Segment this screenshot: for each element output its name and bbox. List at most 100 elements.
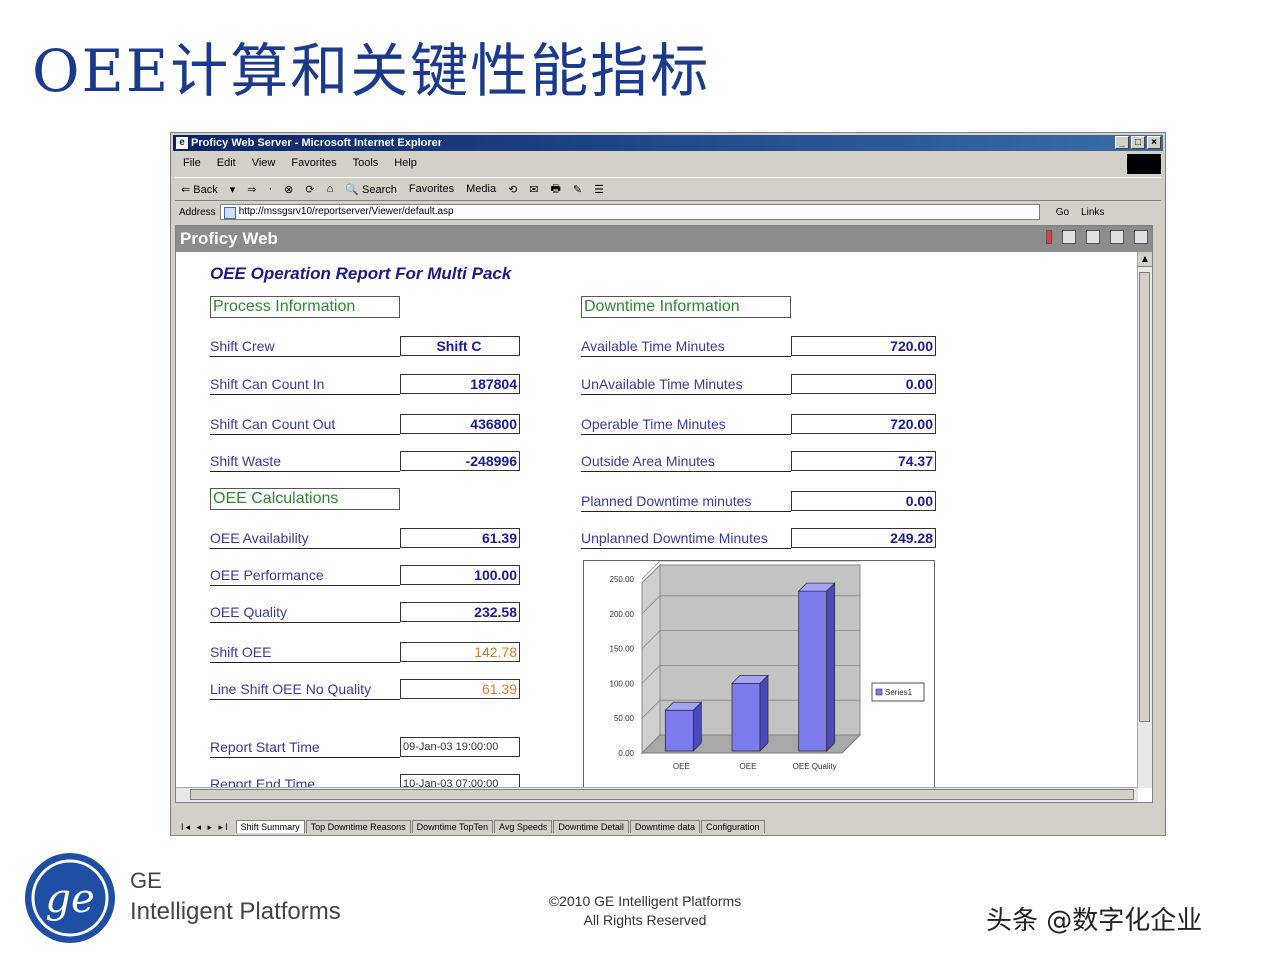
sheet-tabs: I◂ ◂ ▸ ▸I Shift Summary Top Downtime Rea… bbox=[175, 815, 1161, 833]
vertical-scrollbar[interactable]: ▲ bbox=[1137, 252, 1152, 788]
menu-tools[interactable]: Tools bbox=[353, 157, 379, 169]
stop-icon[interactable]: ⊗ bbox=[284, 183, 293, 196]
print-report-icon[interactable] bbox=[1110, 230, 1124, 244]
hscroll-thumb[interactable] bbox=[190, 789, 1134, 800]
tab-avg-speeds[interactable]: Avg Speeds bbox=[494, 820, 553, 833]
proficy-header: Proficy Web bbox=[176, 226, 1152, 252]
menu-favorites[interactable]: Favorites bbox=[291, 157, 336, 169]
chart-side-wall bbox=[641, 563, 661, 755]
address-input[interactable]: http://mssgsrv10/reportserver/Viewer/def… bbox=[219, 204, 1040, 220]
field-value: 142.78 bbox=[400, 642, 520, 662]
x-tick-label: OEE bbox=[673, 762, 690, 771]
field-label: Shift OEE bbox=[210, 642, 400, 663]
folder-icon[interactable] bbox=[1134, 230, 1148, 244]
field-value: 0.00 bbox=[791, 491, 936, 511]
field-value: 720.00 bbox=[791, 414, 936, 434]
field-label: Shift Can Count In bbox=[210, 374, 400, 395]
field-value: 74.37 bbox=[791, 451, 936, 471]
minimize-icon[interactable]: _ bbox=[1115, 136, 1129, 149]
toolbar-separator: · bbox=[268, 183, 273, 195]
search-button[interactable]: 🔍 Search bbox=[345, 183, 397, 196]
chart-bar bbox=[731, 683, 761, 752]
tab-downtime-topten[interactable]: Downtime TopTen bbox=[411, 820, 494, 833]
field-label: UnAvailable Time Minutes bbox=[581, 374, 791, 395]
process-info-header: Process Information bbox=[210, 296, 400, 318]
field-label: Shift Crew bbox=[210, 336, 400, 357]
chart-bar-side bbox=[692, 701, 702, 752]
svg-text:ge: ge bbox=[45, 876, 94, 922]
copyright-line: ©2010 GE Intelligent Platforms bbox=[548, 893, 742, 909]
oee-calc-header: OEE Calculations bbox=[210, 488, 400, 510]
refresh-report-icon[interactable] bbox=[1062, 230, 1076, 244]
field-label: Unplanned Downtime Minutes bbox=[581, 528, 791, 549]
tab-shift-summary[interactable]: Shift Summary bbox=[235, 820, 305, 833]
field-label: Operable Time Minutes bbox=[581, 414, 791, 435]
window-titlebar[interactable]: e Proficy Web Server - Microsoft Interne… bbox=[173, 135, 1163, 151]
address-bar: Address http://mssgsrv10/reportserver/Vi… bbox=[175, 201, 1161, 223]
discuss-icon[interactable]: ☰ bbox=[594, 183, 604, 196]
field-value: 0.00 bbox=[791, 374, 936, 394]
edit-icon[interactable]: ✎ bbox=[573, 183, 582, 196]
address-label: Address bbox=[179, 206, 216, 218]
proficy-title: Proficy Web bbox=[180, 229, 278, 248]
close-icon[interactable]: × bbox=[1147, 136, 1161, 149]
field-label: Line Shift OEE No Quality bbox=[210, 679, 400, 700]
window-title: Proficy Web Server - Microsoft Internet … bbox=[191, 137, 443, 149]
y-tick-label: 100.00 bbox=[610, 679, 635, 688]
back-button[interactable]: ⇐ Back bbox=[181, 183, 218, 196]
home-icon[interactable]: ⌂ bbox=[327, 183, 334, 195]
menu-bar: File Edit View Favorites Tools Help bbox=[175, 153, 1161, 174]
brand-subtitle: Intelligent Platforms bbox=[130, 898, 341, 925]
copyright: ©2010 GE Intelligent Platforms All Right… bbox=[500, 892, 790, 930]
go-button[interactable]: Go bbox=[1056, 207, 1069, 218]
horizontal-scrollbar[interactable] bbox=[176, 787, 1138, 802]
y-tick-label: 0.00 bbox=[618, 749, 634, 758]
media-button[interactable]: Media bbox=[466, 183, 496, 195]
field-label: OEE Quality bbox=[210, 602, 400, 623]
scroll-up-icon[interactable]: ▲ bbox=[1138, 252, 1152, 267]
back-dropdown-icon[interactable]: ▾ bbox=[230, 183, 236, 196]
print-icon[interactable]: 🖶 bbox=[551, 180, 561, 199]
browser-toolbar: ⇐ Back ▾ ⇒ · ⊗ ⟳ ⌂ 🔍 Search Favorites Me… bbox=[175, 177, 1161, 201]
tab-downtime-data[interactable]: Downtime data bbox=[629, 820, 700, 833]
x-tick-label: OEE bbox=[740, 762, 757, 771]
legend-label: Series1 bbox=[885, 688, 913, 697]
tab-top-downtime-reasons[interactable]: Top Downtime Reasons bbox=[305, 820, 411, 833]
field-label: Outside Area Minutes bbox=[581, 451, 791, 472]
refresh-icon[interactable]: ⟳ bbox=[305, 183, 314, 196]
oee-bar-chart: 250.00 200.00 150.00 100.00 50.00 0.00 OEE OEE O… bbox=[610, 560, 925, 771]
forward-button[interactable]: ⇒ bbox=[247, 183, 256, 196]
history-icon[interactable]: ⟲ bbox=[508, 183, 517, 196]
browser-window: e Proficy Web Server - Microsoft Interne… bbox=[170, 132, 1166, 836]
marker-icon[interactable] bbox=[1046, 230, 1052, 244]
page-content: Proficy Web OEE Operation Report For Mul… bbox=[175, 225, 1153, 803]
y-tick-label: 150.00 bbox=[610, 645, 635, 654]
menu-view[interactable]: View bbox=[252, 157, 276, 169]
menu-edit[interactable]: Edit bbox=[217, 157, 236, 169]
mail-icon[interactable]: ✉ bbox=[529, 183, 538, 196]
chart-bar-side bbox=[759, 674, 769, 752]
scroll-thumb[interactable] bbox=[1139, 272, 1150, 722]
copyright-line: All Rights Reserved bbox=[583, 912, 707, 928]
field-value: 232.58 bbox=[400, 602, 520, 622]
field-label: OEE Availability bbox=[210, 528, 400, 549]
view-icon[interactable] bbox=[1086, 230, 1100, 244]
favorites-button[interactable]: Favorites bbox=[409, 183, 454, 195]
ie-icon: e bbox=[176, 137, 188, 149]
menu-help[interactable]: Help bbox=[394, 157, 417, 169]
tab-configuration[interactable]: Configuration bbox=[700, 820, 765, 833]
tab-downtime-detail[interactable]: Downtime Detail bbox=[553, 820, 629, 833]
field-value: Shift C bbox=[400, 336, 520, 356]
oee-chart: 250.00 200.00 150.00 100.00 50.00 0.00 OEE OEE O… bbox=[583, 560, 935, 796]
links-button[interactable]: Links bbox=[1081, 207, 1104, 218]
field-value: -248996 bbox=[400, 451, 520, 471]
field-value: 61.39 bbox=[400, 679, 520, 699]
maximize-icon[interactable]: □ bbox=[1131, 136, 1145, 149]
menu-file[interactable]: File bbox=[183, 157, 201, 169]
field-label: Planned Downtime minutes bbox=[581, 491, 791, 512]
windows-logo-icon bbox=[1127, 154, 1161, 174]
downtime-info-header: Downtime Information bbox=[581, 296, 791, 318]
watermark: 头条 @数字化企业 bbox=[986, 906, 1203, 936]
field-label: Shift Can Count Out bbox=[210, 414, 400, 435]
tab-nav-arrows[interactable]: I◂ ◂ ▸ ▸I bbox=[181, 822, 230, 833]
